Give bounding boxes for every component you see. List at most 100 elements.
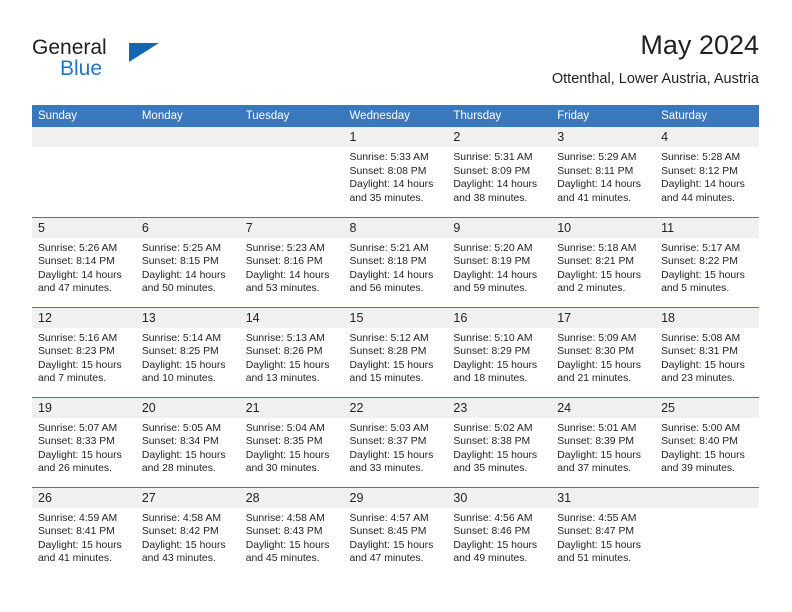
day-cell[interactable]: 31 Sunrise: 4:55 AM Sunset: 8:47 PM Dayl… [551,486,656,577]
sunset-text: Sunset: 8:41 PM [38,526,115,538]
sunrise-text: Sunrise: 5:04 AM [245,422,325,434]
daylight-text-line2: and 26 minutes. [38,463,112,475]
day-details: Sunrise: 5:03 AM Sunset: 8:37 PM Dayligh… [344,418,448,476]
day-cell[interactable]: 29 Sunrise: 4:57 AM Sunset: 8:45 PM Dayl… [343,486,448,577]
day-number: 4 [655,127,759,147]
day-details: Sunrise: 5:29 AM Sunset: 8:11 PM Dayligh… [551,147,655,205]
sunset-text: Sunset: 8:47 PM [557,526,635,538]
day-cell[interactable]: 19 Sunrise: 5:07 AM Sunset: 8:33 PM Dayl… [32,396,136,487]
day-details: Sunrise: 5:09 AM Sunset: 8:30 PM Dayligh… [551,328,655,386]
day-cell[interactable]: 10 Sunrise: 5:18 AM Sunset: 8:21 PM Dayl… [551,216,656,307]
sunrise-text: Sunrise: 5:28 AM [661,152,741,163]
daylight-text-line2: and 5 minutes. [661,283,730,295]
daylight-text-line1: Daylight: 15 hours [349,359,434,371]
day-cell[interactable] [32,127,136,217]
sunrise-text: Sunrise: 5:29 AM [557,152,637,163]
day-cell[interactable]: 20 Sunrise: 5:05 AM Sunset: 8:34 PM Dayl… [135,396,240,487]
day-details: Sunrise: 5:13 AM Sunset: 8:26 PM Dayligh… [240,328,344,386]
day-cell[interactable]: 21 Sunrise: 5:04 AM Sunset: 8:35 PM Dayl… [239,396,344,487]
sunset-text: Sunset: 8:08 PM [349,165,427,177]
sunset-text: Sunset: 8:30 PM [557,346,635,358]
day-number: 29 [343,487,448,508]
daylight-text-line2: and 33 minutes. [349,463,424,475]
sunrise-text: Sunrise: 5:01 AM [557,422,637,434]
day-cell[interactable]: 3 Sunrise: 5:29 AM Sunset: 8:11 PM Dayli… [551,127,656,217]
sunset-text: Sunset: 8:15 PM [141,256,219,268]
day-cell[interactable]: 18 Sunrise: 5:08 AM Sunset: 8:31 PM Dayl… [655,306,759,397]
day-cell[interactable]: 28 Sunrise: 4:58 AM Sunset: 8:43 PM Dayl… [239,486,344,577]
sunrise-text: Sunrise: 5:18 AM [557,242,637,254]
day-details: Sunrise: 5:01 AM Sunset: 8:39 PM Dayligh… [551,418,655,476]
day-cell[interactable]: 17 Sunrise: 5:09 AM Sunset: 8:30 PM Dayl… [551,306,656,397]
day-cell[interactable]: 30 Sunrise: 4:56 AM Sunset: 8:46 PM Dayl… [447,486,552,577]
day-cell[interactable]: 5 Sunrise: 5:26 AM Sunset: 8:14 PM Dayli… [32,216,136,307]
day-cell[interactable]: 8 Sunrise: 5:21 AM Sunset: 8:18 PM Dayli… [343,216,448,307]
weekday-header-friday: Friday [551,105,656,127]
day-cell[interactable]: 1 Sunrise: 5:33 AM Sunset: 8:08 PM Dayli… [343,127,448,217]
sunset-text: Sunset: 8:22 PM [661,256,738,268]
sunrise-text: Sunrise: 5:17 AM [661,242,741,254]
day-cell[interactable]: 26 Sunrise: 4:59 AM Sunset: 8:41 PM Dayl… [32,486,136,577]
sunset-text: Sunset: 8:38 PM [453,436,531,448]
daylight-text-line2: and 7 minutes. [38,373,107,385]
day-cell[interactable]: 6 Sunrise: 5:25 AM Sunset: 8:15 PM Dayli… [135,216,240,307]
sunrise-text: Sunrise: 4:56 AM [453,512,533,524]
page-title: May 2024 [640,30,759,60]
day-number: 12 [32,307,136,328]
day-cell[interactable]: 11 Sunrise: 5:17 AM Sunset: 8:22 PM Dayl… [655,216,759,307]
day-cell[interactable]: 7 Sunrise: 5:23 AM Sunset: 8:16 PM Dayli… [239,216,344,307]
daylight-text-line1: Daylight: 14 hours [349,269,434,281]
daylight-text-line2: and 30 minutes. [245,463,320,475]
daylight-text-line2: and 35 minutes. [349,192,424,204]
day-cell[interactable]: 9 Sunrise: 5:20 AM Sunset: 8:19 PM Dayli… [447,216,552,307]
day-cell[interactable] [655,486,759,577]
day-cell[interactable]: 23 Sunrise: 5:02 AM Sunset: 8:38 PM Dayl… [447,396,552,487]
day-cell[interactable]: 24 Sunrise: 5:01 AM Sunset: 8:39 PM Dayl… [551,396,656,487]
day-cell[interactable]: 4 Sunrise: 5:28 AM Sunset: 8:12 PM Dayli… [655,127,759,217]
day-cell[interactable]: 14 Sunrise: 5:13 AM Sunset: 8:26 PM Dayl… [239,306,344,397]
weekday-header-thursday: Thursday [447,105,552,127]
day-details: Sunrise: 4:58 AM Sunset: 8:43 PM Dayligh… [240,508,344,566]
sunset-text: Sunset: 8:29 PM [453,346,531,358]
day-details: Sunrise: 5:05 AM Sunset: 8:34 PM Dayligh… [136,418,240,476]
day-details: Sunrise: 5:12 AM Sunset: 8:28 PM Dayligh… [344,328,448,386]
day-cell[interactable]: 27 Sunrise: 4:58 AM Sunset: 8:42 PM Dayl… [135,486,240,577]
sunset-text: Sunset: 8:39 PM [557,436,635,448]
page-header: General Blue May 2024 Ottenthal, Lower A… [32,28,759,98]
day-cell[interactable]: 25 Sunrise: 5:00 AM Sunset: 8:40 PM Dayl… [655,396,759,487]
weekday-header-tuesday: Tuesday [239,105,344,127]
day-cell[interactable]: 15 Sunrise: 5:12 AM Sunset: 8:28 PM Dayl… [343,306,448,397]
sunrise-text: Sunrise: 5:33 AM [349,152,429,163]
day-details: Sunrise: 5:31 AM Sunset: 8:09 PM Dayligh… [447,147,551,205]
daylight-text-line1: Daylight: 15 hours [38,359,122,371]
day-cell[interactable]: 13 Sunrise: 5:14 AM Sunset: 8:25 PM Dayl… [135,306,240,397]
daylight-text-line2: and 41 minutes. [557,192,632,204]
generalblue-logo[interactable]: General Blue [32,36,162,86]
sunset-text: Sunset: 8:25 PM [141,346,219,358]
sunset-text: Sunset: 8:34 PM [141,436,219,448]
day-number: 25 [655,397,759,418]
daylight-text-line2: and 15 minutes. [349,373,424,385]
sunrise-text: Sunrise: 5:26 AM [38,242,118,254]
day-cell[interactable]: 22 Sunrise: 5:03 AM Sunset: 8:37 PM Dayl… [343,396,448,487]
sunset-text: Sunset: 8:18 PM [349,256,427,268]
day-cell[interactable] [135,127,240,217]
day-details: Sunrise: 5:00 AM Sunset: 8:40 PM Dayligh… [655,418,759,476]
day-number: 11 [655,217,759,238]
daylight-text-line2: and 49 minutes. [453,553,528,565]
day-cell[interactable] [239,127,344,217]
sunset-text: Sunset: 8:46 PM [453,526,531,538]
day-details: Sunrise: 5:17 AM Sunset: 8:22 PM Dayligh… [655,238,759,296]
day-number: 10 [551,217,656,238]
week-row: 1 Sunrise: 5:33 AM Sunset: 8:08 PM Dayli… [32,127,759,217]
day-number: 17 [551,307,656,328]
day-cell[interactable]: 2 Sunrise: 5:31 AM Sunset: 8:09 PM Dayli… [447,127,552,217]
sunrise-text: Sunrise: 5:23 AM [245,242,325,254]
sunset-text: Sunset: 8:37 PM [349,436,427,448]
daylight-text-line1: Daylight: 15 hours [245,359,330,371]
logo-text-general: General [32,36,107,59]
day-cell[interactable]: 16 Sunrise: 5:10 AM Sunset: 8:29 PM Dayl… [447,306,552,397]
day-number: 9 [447,217,552,238]
day-cell[interactable]: 12 Sunrise: 5:16 AM Sunset: 8:23 PM Dayl… [32,306,136,397]
day-number: 3 [551,127,656,147]
